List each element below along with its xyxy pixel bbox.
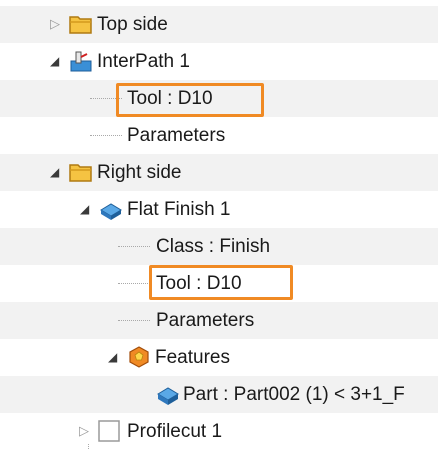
- interpath-icon: [69, 49, 93, 73]
- tree-item-part[interactable]: Part : Part002 (1) < 3+1_F: [0, 376, 438, 413]
- tree-item-profilecut[interactable]: ▷ Profilecut 1: [0, 413, 438, 450]
- flat-finish-icon: [99, 197, 123, 221]
- tree-item-interpath[interactable]: ◢ InterPath 1: [0, 43, 438, 80]
- tree-item-label: Class : Finish: [156, 236, 271, 257]
- tree-item-features[interactable]: ◢ Features: [0, 339, 438, 376]
- tree-item-flat-finish[interactable]: ◢ Flat Finish 1: [0, 191, 438, 228]
- tree-item-label: Part : Part002 (1) < 3+1_F: [183, 384, 405, 405]
- expand-arrow-icon[interactable]: ▷: [50, 15, 64, 33]
- collapse-arrow-icon[interactable]: ◢: [108, 348, 122, 366]
- folder-icon: [69, 12, 93, 36]
- folder-icon: [69, 160, 93, 184]
- tree-item-interpath-parameters[interactable]: Parameters: [0, 117, 438, 154]
- highlight-box: [149, 265, 293, 300]
- tree-item-class[interactable]: Class : Finish: [0, 228, 438, 265]
- tree-item-label: Parameters: [156, 310, 255, 331]
- tree-item-label: Right side: [97, 162, 182, 183]
- blank-box-icon: [97, 419, 121, 443]
- tree-item-label: Flat Finish 1: [127, 199, 231, 220]
- collapse-arrow-icon[interactable]: ◢: [50, 52, 64, 70]
- highlight-box: [116, 83, 264, 117]
- collapse-arrow-icon[interactable]: ◢: [50, 163, 64, 181]
- tree-connector: [118, 320, 150, 321]
- tree-connector: [118, 283, 150, 284]
- collapse-arrow-icon[interactable]: ◢: [80, 200, 94, 218]
- tree-item-right-side[interactable]: ◢ Right side: [0, 154, 438, 191]
- tree-connector: [88, 444, 89, 449]
- tree-item-label: Profilecut 1: [127, 421, 223, 442]
- tree-item-label: Top side: [97, 14, 168, 35]
- part-icon: [156, 382, 180, 406]
- tree-item-label: Parameters: [127, 125, 226, 146]
- tree-item-label: Features: [155, 347, 230, 368]
- tree-connector: [118, 246, 150, 247]
- tree-connector: [90, 135, 122, 136]
- features-icon: [127, 345, 151, 369]
- tree-item-flat-finish-parameters[interactable]: Parameters: [0, 302, 438, 339]
- tree-item-top-side[interactable]: ▷ Top side: [0, 6, 438, 43]
- tree-item-label: InterPath 1: [97, 51, 190, 72]
- expand-arrow-icon[interactable]: ▷: [79, 422, 93, 440]
